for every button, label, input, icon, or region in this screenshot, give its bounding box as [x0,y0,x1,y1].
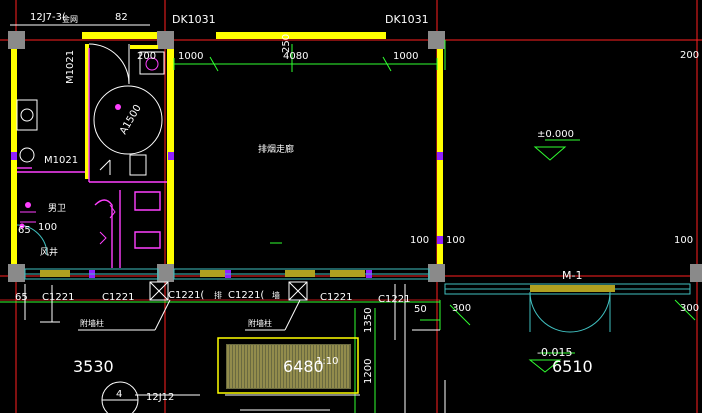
labels: 12J7-3( 金网 82 DK1031 DK1031 1000 4080 10… [15,12,699,403]
column [8,31,25,49]
dim-65: 65 [18,225,31,236]
dim-200-right: 200 [680,50,699,61]
cad-floor-plan: 12J7-3( 金网 82 DK1031 DK1031 1000 4080 10… [0,0,702,413]
dim-300-a: 300 [452,303,471,314]
dim-1000-right: 1000 [393,51,418,62]
fixture-dots [19,104,121,229]
dim-200-left: 200 [137,51,156,62]
dim-100-b: 100 [446,235,465,246]
column [690,264,702,282]
column [428,31,445,49]
dim-1350: 1350 [363,308,374,333]
room-fengjing: 风井 [40,246,58,258]
a1500: A1500 [118,103,144,136]
column [157,31,174,49]
markers [11,152,443,278]
dim-100-a: 100 [410,235,429,246]
dim-3530: 3530 [73,357,114,376]
wall [216,32,386,39]
toilet [129,154,147,176]
dim-100-d: 100 [38,222,57,233]
c1221-3: C1221( [168,290,204,301]
paren-1: 排 [214,290,222,300]
wall [82,32,157,39]
ref-12j12: 12J12 [146,392,174,403]
dim-50: 50 [414,304,427,315]
fujiang-1: 附墙柱 [80,318,104,328]
ratio-10: 1:10 [316,356,338,367]
dim-250: 250 [281,34,292,53]
column [428,264,445,282]
c1221-6: C1221 [378,294,410,305]
column [157,264,174,282]
door-dk-right: DK1031 [385,13,429,26]
room-male: 男卫 [48,203,66,214]
level-mark: ±0.000 [537,129,574,140]
door-dk-left: DK1031 [172,13,216,26]
dim-1200: 1200 [363,359,374,384]
ref-top-left: 12J7-3( [30,12,66,23]
sink [16,99,38,131]
fujiang-2: 附墙柱 [248,318,272,328]
dim-300-b: 300 [680,303,699,314]
dim-1000-left: 1000 [178,51,203,62]
ref-top-left-note: 金网 [62,14,78,24]
ref-bubble-num: 4 [116,389,122,400]
dim-100-c: 100 [674,235,693,246]
paren-2: 墙 [272,290,280,300]
room-center: 排烟走廊 [258,143,294,155]
c1221-2: C1221 [102,292,134,303]
fixtures [16,51,165,176]
wall [130,45,158,49]
c1221-5: C1221 [320,292,352,303]
ref-top-left-num: 82 [115,12,128,23]
dim-65-b: 65 [15,292,28,303]
door-m1: M-1 [562,269,582,282]
m1021-vertical: M1021 [65,50,76,84]
dim-6510: 6510 [552,357,593,376]
pink-marks [20,204,116,245]
c1221-4: C1221( [228,290,264,301]
m1021-horizontal: M1021 [44,155,78,166]
column [8,264,25,282]
c1221-1: C1221 [42,292,74,303]
